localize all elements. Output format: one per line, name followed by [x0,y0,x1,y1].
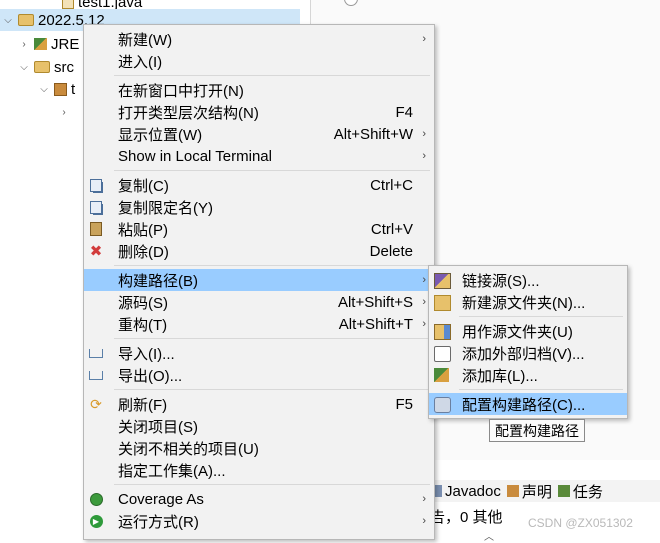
submenu-arrow-icon: › [422,150,426,162]
menu-item-close-unrelated-projects[interactable]: 关闭不相关的项目(U) [84,437,434,459]
problems-status: 告，0 其他 [430,509,503,526]
menu-separator [114,265,430,266]
menu-item-refactor[interactable]: 重构(T) Alt+Shift+T › [84,313,434,335]
tree-item-package[interactable]: ⌵ t [38,78,75,100]
submenu-arrow-icon: › [422,128,426,140]
menu-separator [114,389,430,390]
submenu-item-add-external-archives[interactable]: 添加外部归档(V)... [429,342,627,364]
submenu-arrow-icon: › [422,318,426,330]
submenu-arrow-icon: › [422,493,426,505]
submenu-item-configure-build-path[interactable]: 配置构建路径(C)... [429,393,627,415]
menu-item-open-type-hierarchy[interactable]: 打开类型层次结构(N) F4 [84,101,434,123]
tab-javadoc[interactable]: Javadoc [430,483,501,500]
coverage-icon [89,492,103,506]
menu-item-go-into[interactable]: 进入(I) [84,50,434,72]
menu-item-source[interactable]: 源码(S) Alt+Shift+S › [84,291,434,313]
use-as-source-folder-icon [434,324,451,340]
menu-item-copy[interactable]: 复制(C) Ctrl+C [84,174,434,196]
build-path-submenu: 链接源(S)... 新建源文件夹(N)... 用作源文件夹(U) 添加外部归档(… [428,265,628,419]
submenu-arrow-icon: › [422,274,426,286]
java-file-icon [62,0,74,9]
tree-item-src[interactable]: ⌵ src [18,56,74,78]
tab-declaration[interactable]: 声明 [506,481,552,502]
submenu-arrow-icon: › [422,515,426,527]
delete-icon: ✖ [89,243,103,260]
menu-item-show-in[interactable]: 显示位置(W) Alt+Shift+W › [84,123,434,145]
submenu-item-new-source-folder[interactable]: 新建源文件夹(N)... [429,291,627,313]
chevron-right-icon[interactable]: › [58,107,70,118]
run-icon: ▶ [89,514,103,528]
menu-item-new[interactable]: 新建(W) › [84,28,434,50]
menu-item-refresh[interactable]: ⟳ 刷新(F) F5 [84,393,434,415]
menu-item-paste[interactable]: 粘贴(P) Ctrl+V [84,218,434,240]
copy-icon [89,178,103,192]
library-icon [434,368,449,382]
chevron-down-icon[interactable]: ⌵ [2,15,14,26]
menu-item-open-in-new-window[interactable]: 在新窗口中打开(N) [84,79,434,101]
submenu-arrow-icon: › [422,296,426,308]
chevron-down-icon[interactable]: ⌵ [18,62,30,73]
project-folder-icon [18,14,34,26]
refresh-icon: ⟳ [90,395,102,412]
watermark: CSDN @ZX051302 [528,516,633,530]
menu-item-assign-working-sets[interactable]: 指定工作集(A)... [84,459,434,481]
menu-item-export[interactable]: 导出(O)... [84,364,434,386]
import-icon [89,346,103,360]
chevron-right-icon[interactable]: › [18,39,30,50]
menu-item-coverage-as[interactable]: Coverage As › [84,488,434,510]
menu-item-run-as[interactable]: ▶ 运行方式(R) › [84,510,434,532]
package-icon [54,82,67,96]
copy-qualified-icon [89,200,103,214]
link-source-icon [434,273,451,289]
tooltip: 配置构建路径 [489,419,585,442]
menu-separator [114,75,430,76]
menu-separator [114,338,430,339]
export-icon [89,368,103,382]
declaration-icon [506,485,519,497]
external-archive-icon [434,346,451,362]
menu-separator [114,484,430,485]
configure-build-path-icon [434,397,451,413]
source-folder-icon [34,61,50,73]
tree-item-file[interactable]: › [58,101,74,123]
menu-separator [459,389,623,390]
submenu-item-link-source[interactable]: 链接源(S)... [429,269,627,291]
library-icon [34,38,47,50]
tree-item-jre[interactable]: › JRE [18,33,79,55]
submenu-arrow-icon: › [422,33,426,45]
submenu-item-add-library[interactable]: 添加库(L)... [429,364,627,386]
tab-tasks[interactable]: 任务 [557,481,603,502]
menu-separator [459,316,623,317]
menu-separator [114,170,430,171]
new-source-folder-icon [434,295,451,311]
submenu-item-use-as-source-folder[interactable]: 用作源文件夹(U) [429,320,627,342]
menu-item-show-in-local-terminal[interactable]: Show in Local Terminal › [84,145,434,167]
bottom-view-tabs: Javadoc 声明 任务 [430,480,660,502]
menu-item-delete[interactable]: ✖ 删除(D) Delete [84,240,434,262]
scroll-up-icon[interactable]: ︿ [484,528,494,543]
menu-item-build-path[interactable]: 构建路径(B) › [84,269,434,291]
menu-item-close-project[interactable]: 关闭项目(S) [84,415,434,437]
chevron-down-icon[interactable]: ⌵ [38,84,50,95]
context-menu: 新建(W) › 进入(I) 在新窗口中打开(N) 打开类型层次结构(N) F4 … [83,24,435,540]
menu-item-import[interactable]: 导入(I)... [84,342,434,364]
tasks-icon [557,485,570,497]
menu-item-copy-qualified-name[interactable]: 复制限定名(Y) [84,196,434,218]
paste-icon [89,222,103,236]
